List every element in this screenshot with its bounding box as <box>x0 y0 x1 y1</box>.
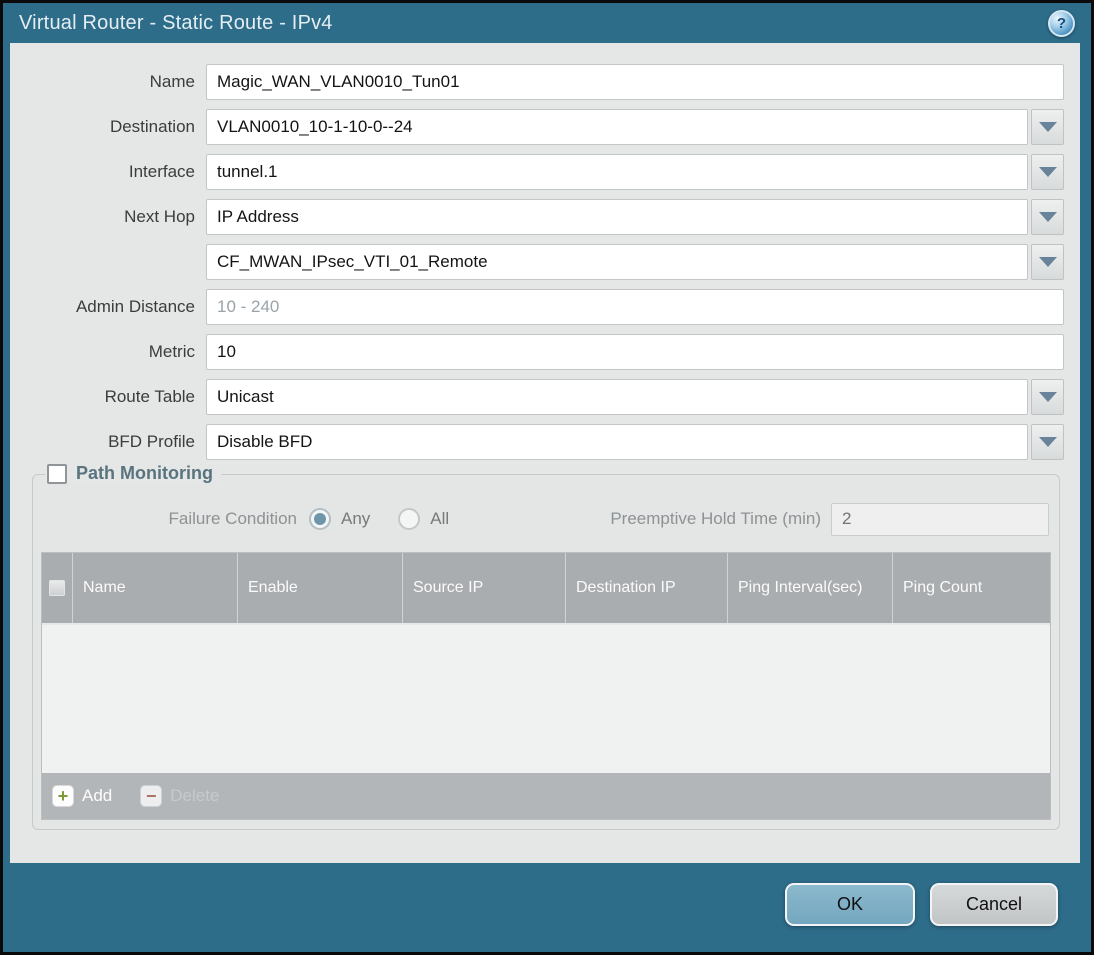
failure-condition-option-all: All <box>398 508 449 530</box>
form-row-destination: Destination <box>10 109 1080 145</box>
form-row-route-table: Route Table <box>10 379 1080 415</box>
path-monitoring-title: Path Monitoring <box>76 463 213 483</box>
nexthop-value-input[interactable] <box>206 244 1028 280</box>
metric-label: Metric <box>148 342 195 361</box>
select-all-checkbox <box>49 579 65 596</box>
delete-button: − Delete <box>140 784 220 807</box>
nexthop-value-dropdown-button[interactable] <box>1031 244 1064 280</box>
table-toolbar: + Add − Delete <box>42 772 1050 819</box>
add-button-label: Add <box>82 785 113 805</box>
destination-dropdown-button[interactable] <box>1031 109 1064 145</box>
name-input[interactable] <box>206 64 1064 100</box>
path-monitoring-legend: Path Monitoring <box>45 463 221 484</box>
interface-input[interactable] <box>206 154 1028 190</box>
column-header-name: Name <box>72 552 237 623</box>
path-monitoring-checkbox[interactable] <box>47 463 67 484</box>
radio-all-label: All <box>430 509 450 528</box>
destination-label: Destination <box>109 117 195 136</box>
admin-distance-input[interactable] <box>206 289 1064 325</box>
form-row-interface: Interface <box>10 154 1080 190</box>
route-table-label: Route Table <box>104 387 195 406</box>
failure-condition-label: Failure Condition <box>168 509 297 528</box>
form-row-bfd-profile: BFD Profile <box>10 424 1080 460</box>
radio-all <box>398 508 421 530</box>
form-row-admin-distance: Admin Distance <box>10 289 1080 325</box>
table-body-empty <box>42 622 1050 773</box>
preemptive-hold-time-input <box>831 502 1049 536</box>
chevron-down-icon <box>1038 392 1057 402</box>
radio-any-label: Any <box>341 509 371 528</box>
radio-any <box>309 508 331 530</box>
failure-condition-option-any: Any <box>309 508 370 530</box>
route-table-dropdown-button[interactable] <box>1031 379 1064 415</box>
dialog-titlebar: Virtual Router - Static Route - IPv4 ? <box>3 3 1091 43</box>
nexthop-label: Next Hop <box>124 207 195 226</box>
form-row-nexthop-value <box>10 244 1080 280</box>
add-button[interactable]: + Add <box>52 784 113 807</box>
chevron-down-icon <box>1038 122 1057 132</box>
bfd-profile-label: BFD Profile <box>108 432 195 451</box>
path-monitoring-section: Path Monitoring Failure Condition Any Al… <box>32 463 1060 830</box>
dialog-title: Virtual Router - Static Route - IPv4 <box>19 11 333 34</box>
table-header-row: Name Enable Source IP Destination IP Pin… <box>42 552 1050 623</box>
column-header-ping-count: Ping Count <box>892 552 1050 623</box>
table-header-checkbox-cell <box>42 553 72 623</box>
ok-button[interactable]: OK <box>785 883 915 926</box>
column-header-ping-interval: Ping Interval(sec) <box>727 552 892 623</box>
path-monitoring-table: Name Enable Source IP Destination IP Pin… <box>41 551 1051 820</box>
path-monitoring-controls: Failure Condition Any All Preemptive Hol… <box>41 502 1051 536</box>
bfd-profile-dropdown-button[interactable] <box>1031 424 1064 460</box>
admin-distance-label: Admin Distance <box>75 297 195 316</box>
column-header-source-ip: Source IP <box>402 552 565 623</box>
name-label: Name <box>149 72 195 91</box>
cancel-button[interactable]: Cancel <box>930 883 1058 926</box>
nexthop-type-input[interactable] <box>206 199 1028 235</box>
dialog-content: Name Destination Interface Next Hop <box>10 43 1080 863</box>
chevron-down-icon <box>1038 212 1057 222</box>
static-route-dialog: Virtual Router - Static Route - IPv4 ? N… <box>3 3 1091 952</box>
column-header-destination-ip: Destination IP <box>565 552 727 623</box>
form-row-nexthop-type: Next Hop <box>10 199 1080 235</box>
interface-label: Interface <box>128 162 195 181</box>
route-table-input[interactable] <box>206 379 1028 415</box>
chevron-down-icon <box>1038 167 1057 177</box>
metric-input[interactable] <box>206 334 1064 370</box>
dialog-footer-buttons: OK Cancel <box>785 883 1058 926</box>
bfd-profile-input[interactable] <box>206 424 1028 460</box>
preemptive-hold-time-label: Preemptive Hold Time (min) <box>610 509 821 528</box>
help-icon-glyph: ? <box>1056 15 1067 32</box>
form-row-metric: Metric <box>10 334 1080 370</box>
destination-input[interactable] <box>206 109 1028 145</box>
delete-button-label: Delete <box>170 785 220 805</box>
column-header-enable: Enable <box>237 552 402 623</box>
plus-icon: + <box>52 784 74 807</box>
nexthop-type-dropdown-button[interactable] <box>1031 199 1064 235</box>
radio-dot <box>314 513 326 525</box>
interface-dropdown-button[interactable] <box>1031 154 1064 190</box>
help-icon[interactable]: ? <box>1048 10 1075 37</box>
chevron-down-icon <box>1038 257 1057 267</box>
minus-icon: − <box>140 784 163 807</box>
chevron-down-icon <box>1038 437 1057 447</box>
form-row-name: Name <box>10 64 1080 100</box>
